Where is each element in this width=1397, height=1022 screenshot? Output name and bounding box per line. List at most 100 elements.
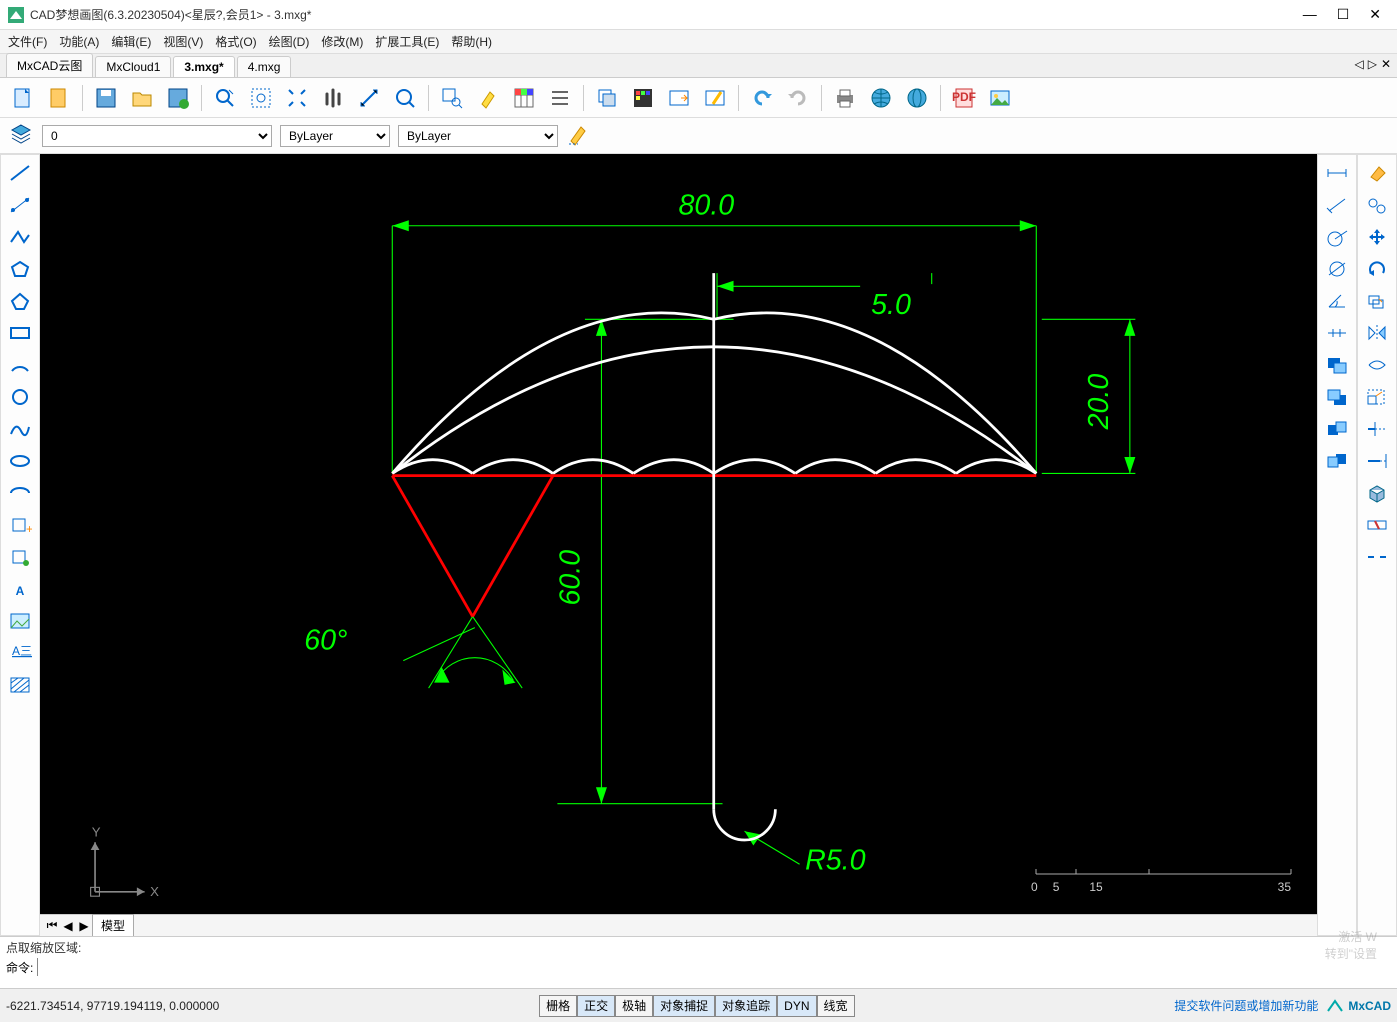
menu-file[interactable]: 文件(F) [8, 33, 47, 50]
block-insert-tool[interactable]: + [4, 511, 36, 539]
layer-above-tool[interactable] [1321, 415, 1353, 443]
dim-radius-tool[interactable] [1321, 223, 1353, 251]
layers-button[interactable] [8, 121, 34, 150]
tab-mxcad-cloud[interactable]: MxCAD云图 [6, 53, 93, 77]
tab-scroll-left-icon[interactable]: ◁ [1354, 57, 1363, 71]
line-tool[interactable] [4, 159, 36, 187]
menu-tools[interactable]: 扩展工具(E) [375, 33, 439, 50]
dim-aligned-tool[interactable] [1321, 191, 1353, 219]
dim-diameter-tool[interactable] [1321, 255, 1353, 283]
edit-pencil-button[interactable] [566, 122, 590, 149]
menu-format[interactable]: 格式(O) [215, 33, 256, 50]
text-tool[interactable]: A [4, 575, 36, 603]
zoom-window-button[interactable] [246, 83, 276, 113]
maximize-button[interactable]: ☐ [1337, 6, 1350, 23]
copy-button[interactable] [592, 83, 622, 113]
tab-mxcloud1[interactable]: MxCloud1 [95, 56, 171, 77]
zoom-button[interactable] [390, 83, 420, 113]
find-button[interactable] [437, 83, 467, 113]
trim-tool[interactable] [1361, 415, 1393, 443]
3d-tool[interactable] [1361, 479, 1393, 507]
offset-tool[interactable] [1361, 287, 1393, 315]
rectangle-tool[interactable] [4, 319, 36, 347]
export-button[interactable] [664, 83, 694, 113]
close-button[interactable]: ✕ [1369, 6, 1381, 23]
new-file-button[interactable] [8, 83, 38, 113]
break-tool[interactable] [1361, 511, 1393, 539]
toggle-dyn[interactable]: DYN [777, 995, 816, 1017]
pan-button[interactable] [318, 83, 348, 113]
minimize-button[interactable]: — [1303, 6, 1317, 23]
layer-front-tool[interactable] [1321, 351, 1353, 379]
save-as-button[interactable] [163, 83, 193, 113]
menu-modify[interactable]: 修改(M) [321, 33, 363, 50]
toggle-ortho[interactable]: 正交 [577, 995, 615, 1017]
mirror-tool[interactable] [1361, 319, 1393, 347]
linetype-select[interactable]: ByLayer [398, 125, 558, 147]
menu-function[interactable]: 功能(A) [59, 33, 99, 50]
dim-continue-tool[interactable] [1321, 319, 1353, 347]
toggle-grid[interactable]: 栅格 [539, 995, 577, 1017]
polyline-tool[interactable] [4, 223, 36, 251]
web-button[interactable] [866, 83, 896, 113]
toggle-polar[interactable]: 极轴 [615, 995, 653, 1017]
arc-tool[interactable] [4, 351, 36, 379]
spline-tool[interactable] [4, 415, 36, 443]
measure-button[interactable] [354, 83, 384, 113]
feedback-link[interactable]: 提交软件问题或增加新功能 [1174, 997, 1318, 1014]
erase-tool[interactable] [1361, 159, 1393, 187]
undo-button[interactable] [747, 83, 777, 113]
command-input[interactable] [37, 958, 1391, 976]
layer-back-tool[interactable] [1321, 383, 1353, 411]
mtext-tool[interactable]: A三 [4, 639, 36, 667]
move-tool[interactable] [1361, 223, 1393, 251]
list-button[interactable] [545, 83, 575, 113]
toggle-lwt[interactable]: 线宽 [817, 995, 855, 1017]
scale-tool[interactable] [1361, 383, 1393, 411]
polygon-tool[interactable] [4, 255, 36, 283]
tab-3mxg[interactable]: 3.mxg* [173, 56, 234, 77]
grid-button[interactable] [509, 83, 539, 113]
model-tab[interactable]: 模型 [92, 914, 134, 937]
polygon2-tool[interactable] [4, 287, 36, 315]
rotate-tool[interactable] [1361, 255, 1393, 283]
print-button[interactable] [830, 83, 860, 113]
pdf-button[interactable]: PDF [949, 83, 979, 113]
ray-tool[interactable] [4, 191, 36, 219]
web2-button[interactable] [902, 83, 932, 113]
open-button[interactable] [127, 83, 157, 113]
ellipse-tool[interactable] [4, 447, 36, 475]
break-point-tool[interactable] [1361, 543, 1393, 571]
menu-draw[interactable]: 绘图(D) [269, 33, 310, 50]
zoom-extents-button[interactable] [282, 83, 312, 113]
zoom-realtime-button[interactable] [210, 83, 240, 113]
toggle-otrack[interactable]: 对象追踪 [715, 995, 777, 1017]
menu-view[interactable]: 视图(V) [163, 33, 203, 50]
import-button[interactable] [700, 83, 730, 113]
image-button[interactable] [985, 83, 1015, 113]
tab-scroll-right-icon[interactable]: ▷ [1368, 57, 1377, 71]
block-create-tool[interactable] [4, 543, 36, 571]
dim-linear-tool[interactable] [1321, 159, 1353, 187]
highlight-button[interactable] [473, 83, 503, 113]
color-select[interactable]: ByLayer [280, 125, 390, 147]
extend-tool[interactable] [1361, 447, 1393, 475]
save-button[interactable] [91, 83, 121, 113]
tab-close-icon[interactable]: ✕ [1381, 57, 1391, 71]
toggle-osnap[interactable]: 对象捕捉 [653, 995, 715, 1017]
dim-angular-tool[interactable] [1321, 287, 1353, 315]
redo-button[interactable] [783, 83, 813, 113]
layer-select[interactable]: 0 [42, 125, 272, 147]
palette-button[interactable] [628, 83, 658, 113]
new-cloud-button[interactable] [44, 83, 74, 113]
copy-tool[interactable] [1361, 191, 1393, 219]
ellipse-arc-tool[interactable] [4, 479, 36, 507]
layer-below-tool[interactable] [1321, 447, 1353, 475]
model-prev-icon[interactable]: ◀ [60, 919, 76, 933]
menu-help[interactable]: 帮助(H) [451, 33, 492, 50]
stretch-tool[interactable] [1361, 351, 1393, 379]
circle-tool[interactable] [4, 383, 36, 411]
model-first-icon[interactable]: ⏮ [44, 918, 60, 933]
image-tool[interactable] [4, 607, 36, 635]
menu-edit[interactable]: 编辑(E) [111, 33, 151, 50]
